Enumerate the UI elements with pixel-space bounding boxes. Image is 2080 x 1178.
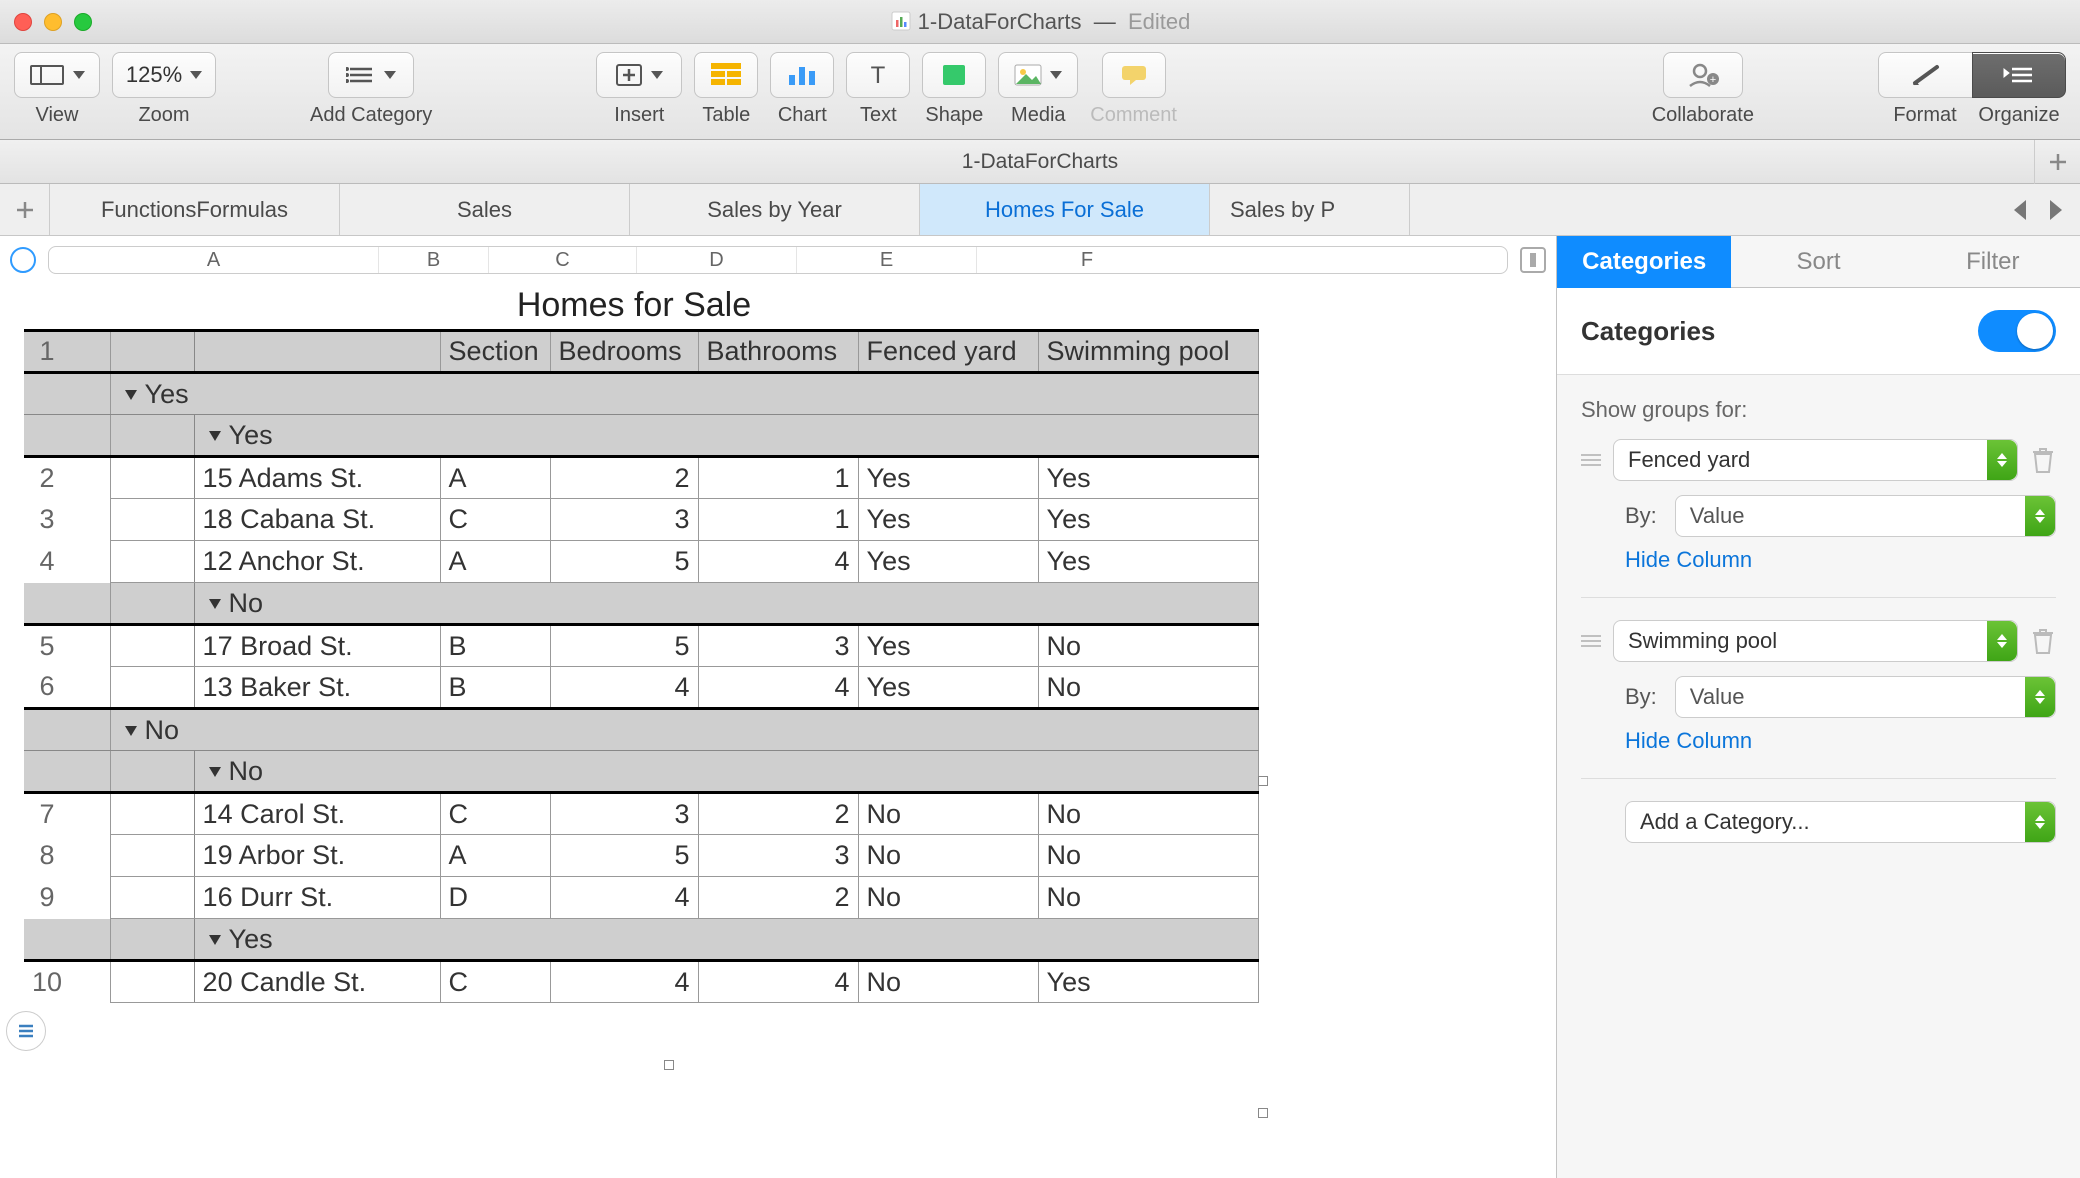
selection-handle[interactable]	[1258, 776, 1268, 786]
selection-handle[interactable]	[1258, 1108, 1268, 1118]
add-sheet-button[interactable]	[2034, 140, 2080, 184]
column-headers[interactable]: ABCDEF	[48, 246, 1508, 274]
table-label: Table	[702, 104, 750, 127]
table-select-handle[interactable]	[10, 247, 36, 273]
shape-button[interactable]	[922, 52, 986, 98]
table-title: Homes for Sale	[24, 286, 1244, 325]
data-table[interactable]: 1SectionBedroomsBathroomsFenced yardSwim…	[24, 329, 1259, 1003]
trash-icon[interactable]	[2030, 627, 2056, 655]
comment-button	[1102, 52, 1166, 98]
comment-label: Comment	[1090, 104, 1177, 127]
document-icon	[890, 10, 912, 32]
add-category-button[interactable]	[328, 52, 414, 98]
insert-label: Insert	[614, 104, 664, 127]
sheet-tabs-row: FunctionsFormulasSalesSales by YearHomes…	[0, 184, 2080, 236]
chart-button[interactable]	[770, 52, 834, 98]
svg-text:+: +	[1710, 74, 1716, 86]
categories-heading: Categories	[1581, 316, 1715, 347]
sheet-canvas[interactable]: ABCDEF Homes for Sale 1SectionBedroomsBa…	[0, 236, 1556, 1178]
selection-handle[interactable]	[664, 1060, 674, 1070]
collaborate-label: Collaborate	[1652, 104, 1754, 127]
title-bar: 1-DataForCharts — Edited	[0, 0, 2080, 44]
show-groups-label: Show groups for:	[1581, 397, 2056, 423]
sheet-tab[interactable]: Sales	[340, 184, 630, 235]
add-tab-button[interactable]	[0, 184, 50, 235]
organize-button[interactable]	[1972, 52, 2066, 98]
format-button[interactable]	[1878, 52, 1972, 98]
add-category-dropdown[interactable]: Add a Category...	[1625, 801, 2056, 843]
sheet-tab[interactable]: Sales by Year	[630, 184, 920, 235]
sheet-tab[interactable]: Homes For Sale	[920, 184, 1210, 235]
sheet-title-bar: 1-DataForCharts	[0, 140, 2080, 184]
view-label: View	[36, 104, 79, 127]
group-by-dropdown[interactable]: Value	[1675, 676, 2056, 718]
media-label: Media	[1011, 104, 1065, 127]
inspector-sidebar: CategoriesSortFilter Categories Show gro…	[1556, 236, 2080, 1178]
inspector-tab-sort[interactable]: Sort	[1731, 236, 1905, 288]
window-title: 1-DataForCharts — Edited	[0, 9, 2080, 35]
hide-column-link[interactable]: Hide Column	[1625, 728, 2056, 754]
add-row-footer-button[interactable]	[6, 1011, 46, 1051]
group-field-dropdown[interactable]: Fenced yard	[1613, 439, 2018, 481]
inspector-tab-categories[interactable]: Categories	[1557, 236, 1731, 288]
hide-column-link[interactable]: Hide Column	[1625, 547, 2056, 573]
categories-toggle[interactable]	[1978, 310, 2056, 352]
sheet-title: 1-DataForCharts	[962, 150, 1118, 174]
media-button[interactable]	[998, 52, 1078, 98]
shape-label: Shape	[925, 104, 983, 127]
inspector-tab-filter[interactable]: Filter	[1906, 236, 2080, 288]
group-field-dropdown[interactable]: Swimming pool	[1613, 620, 2018, 662]
group-by-dropdown[interactable]: Value	[1675, 495, 2056, 537]
svg-text:T: T	[871, 63, 886, 87]
scroll-tabs-left[interactable]	[2014, 200, 2026, 220]
column-resize-handle[interactable]	[1520, 247, 1546, 273]
trash-icon[interactable]	[2030, 446, 2056, 474]
organize-label: Organize	[1972, 104, 2066, 127]
format-label: Format	[1878, 104, 1972, 127]
toolbar: View 125% Zoom Add Category Insert Table…	[0, 44, 2080, 140]
sheet-tab[interactable]: FunctionsFormulas	[50, 184, 340, 235]
scroll-tabs-right[interactable]	[2050, 200, 2062, 220]
add-category-label: Add Category	[310, 104, 432, 127]
text-label: Text	[860, 104, 897, 127]
collaborate-button[interactable]: +	[1663, 52, 1743, 98]
zoom-label: Zoom	[138, 104, 189, 127]
drag-handle-icon[interactable]	[1581, 454, 1601, 466]
zoom-dropdown[interactable]: 125%	[112, 52, 216, 98]
view-button[interactable]	[14, 52, 100, 98]
insert-button[interactable]	[596, 52, 682, 98]
chart-label: Chart	[778, 104, 827, 127]
drag-handle-icon[interactable]	[1581, 635, 1601, 647]
table-button[interactable]	[694, 52, 758, 98]
text-button[interactable]: T	[846, 52, 910, 98]
sheet-tab[interactable]: Sales by P	[1210, 184, 1410, 235]
